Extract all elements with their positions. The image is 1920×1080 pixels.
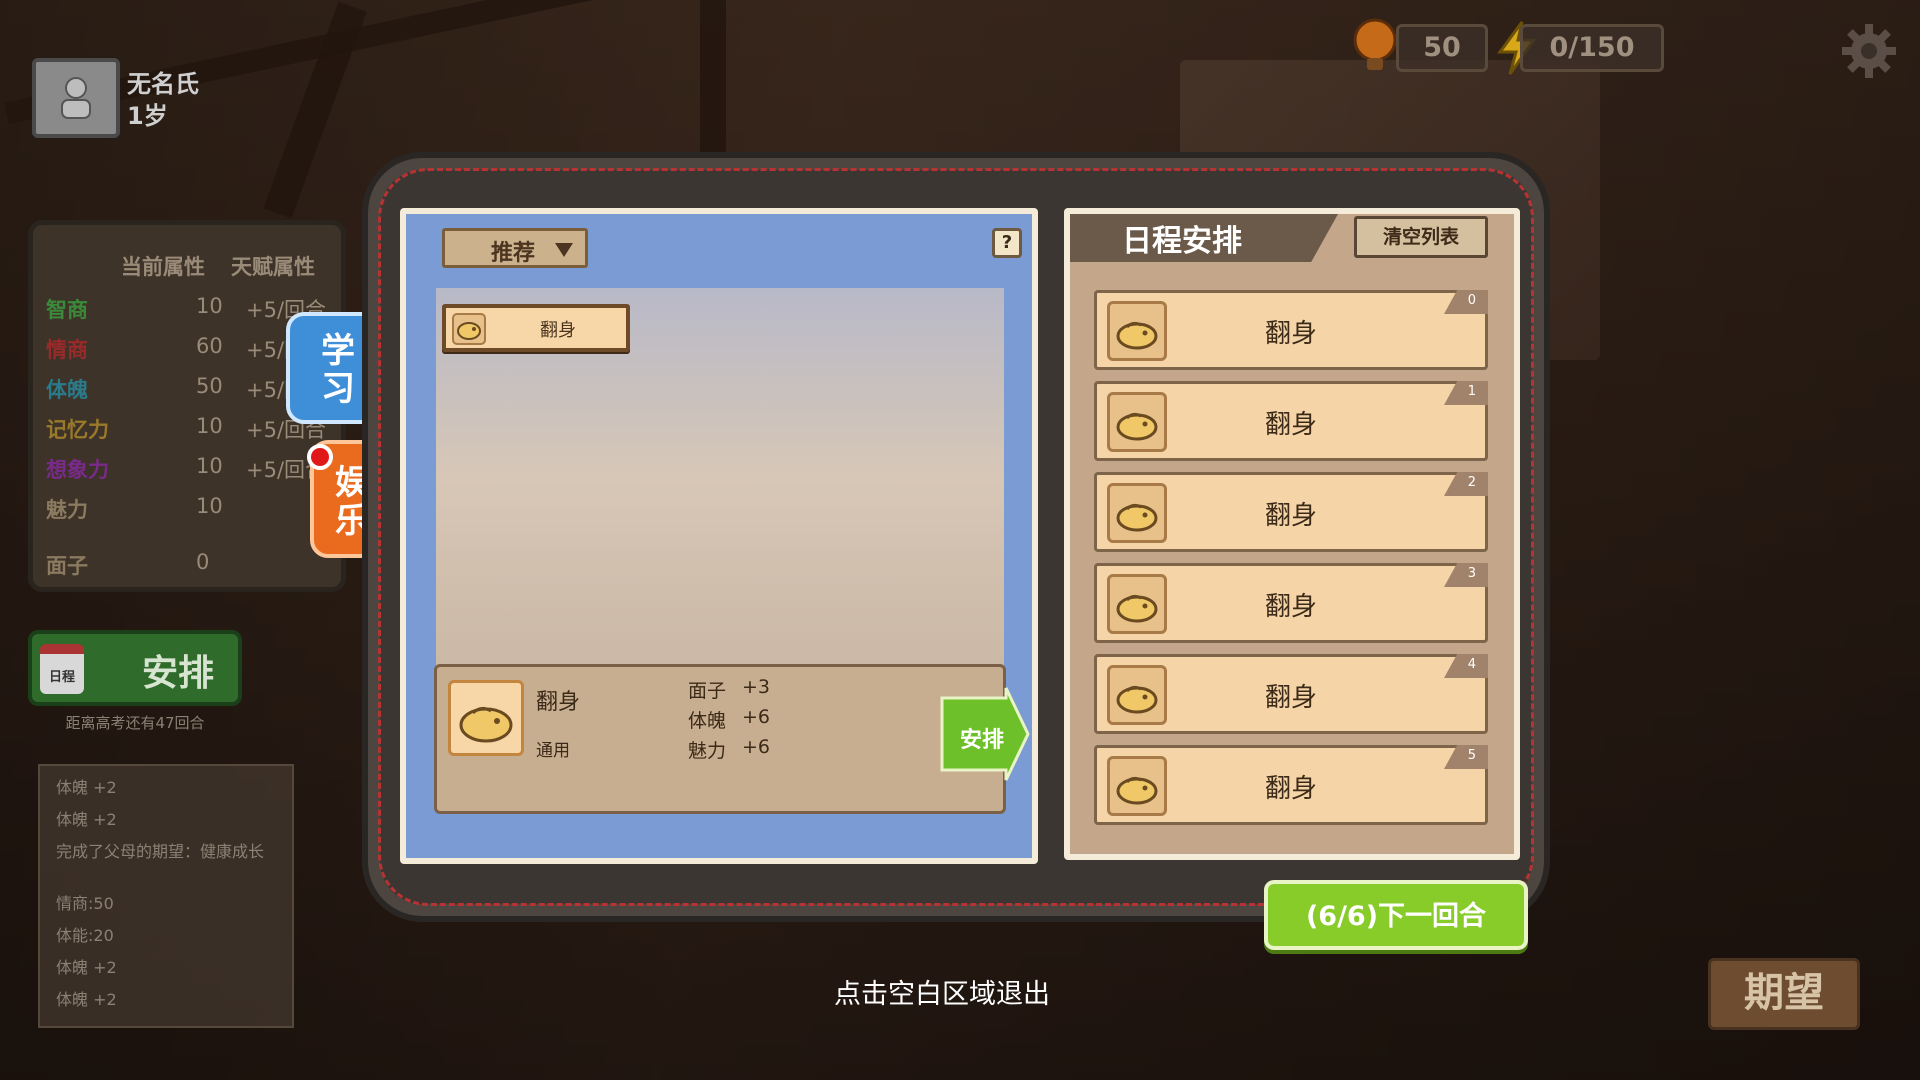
stat-value: 10 [196,494,223,518]
schedule-item-label: 翻身 [1264,319,1317,349]
stat-value: 10 [196,454,223,478]
log-entry: 体魄 +2 [56,810,117,829]
effect-value: +3 [742,676,771,698]
effect-row: 体魄 +6 [688,706,770,733]
effect-stat: 体魄 [688,710,727,732]
player-name: 无名氏 [127,70,199,98]
stat-value: 50 [196,374,223,398]
stat-name: 智商 [46,298,88,322]
stat-row: 面子 0 [46,546,336,582]
stats-header-talent: 天赋属性 [231,255,315,279]
gold-counter: 50 [1396,24,1488,72]
schedule-item[interactable]: 翻身 2 [1094,472,1488,552]
schedule-item[interactable]: 翻身 0 [1094,290,1488,370]
stat-name: 魅力 [46,498,88,522]
schedule-item-label: 翻身 [1264,501,1317,531]
schedule-item[interactable]: 翻身 1 [1094,381,1488,461]
schedule-item-index: 3 [1444,563,1488,587]
arrange-button[interactable]: 日程 安排 [28,630,242,706]
log-entry: 情商:50 [56,894,114,913]
schedule-item-label: 翻身 [1264,774,1317,804]
exam-countdown: 距离高考还有47回合 [65,714,205,732]
person-icon [61,77,91,119]
activity-detail-name: 翻身 [536,690,581,715]
schedule-item[interactable]: 翻身 3 [1094,563,1488,643]
schedule-title: 日程安排 [1122,224,1242,259]
arrange-button-label: 安排 [142,653,215,694]
clear-list-button[interactable]: 清空列表 [1354,216,1488,258]
activity-item-label: 翻身 [540,320,576,341]
chevron-down-icon [555,243,573,257]
schedule-item-index: 1 [1444,381,1488,405]
expectation-button[interactable]: 期望 [1708,958,1860,1030]
effect-row: 面子 +3 [688,676,770,703]
help-button[interactable]: ? [992,228,1022,258]
schedule-item-index: 2 [1444,472,1488,496]
log-entry: 体能:20 [56,926,114,945]
schedule-item[interactable]: 翻身 4 [1094,654,1488,734]
filter-dropdown-label: 推荐 [491,241,536,266]
avatar[interactable] [32,58,120,138]
calendar-icon: 日程 [40,644,84,694]
schedule-item-index: 5 [1444,745,1488,769]
activity-detail-icon [448,680,524,756]
stat-name: 情商 [46,338,88,362]
log-entry: 完成了父母的期望：健康成长 [56,842,265,861]
stat-value: 10 [196,414,223,438]
baby-roll-icon [452,313,486,345]
next-round-label: (6/6)下一回合 [1305,901,1487,932]
effect-value: +6 [742,736,771,758]
player-age: 1岁 [127,102,168,130]
notification-dot [307,444,333,470]
lightbulb-icon [1353,18,1397,70]
filter-dropdown[interactable]: 推荐 [442,228,588,268]
stat-value: 60 [196,334,223,358]
stat-name: 记忆力 [46,418,109,442]
stat-name: 体魄 [46,378,88,402]
arrange-activity-label: 安排 [960,728,1005,753]
log-entry: 体魄 +2 [56,778,117,797]
stat-row: 魅力 10 [46,490,336,526]
effect-value: +6 [742,706,771,728]
schedule-item-index: 0 [1444,290,1488,314]
effect-stat: 面子 [688,680,727,702]
schedule-item-label: 翻身 [1264,410,1317,440]
stat-value: 10 [196,294,223,318]
baby-roll-icon [459,706,513,743]
effect-stat: 魅力 [688,740,727,762]
stat-name: 想象力 [46,458,109,482]
next-round-button[interactable]: (6/6)下一回合 [1264,880,1528,950]
tab-study-label: 学 习 [321,331,355,409]
gear-icon[interactable] [1840,22,1898,80]
schedule-item[interactable]: 翻身 5 [1094,745,1488,825]
exit-hint: 点击空白区域退出 [834,979,1050,1010]
stat-name: 面子 [46,554,88,578]
effect-row: 魅力 +6 [688,736,770,763]
stat-value: 0 [196,550,210,574]
schedule-item-label: 翻身 [1264,592,1317,622]
energy-counter: 0/150 [1520,24,1664,72]
stats-header-current: 当前属性 [121,255,205,279]
schedule-item-index: 4 [1444,654,1488,678]
schedule-item-label: 翻身 [1264,683,1317,713]
stat-row: 想象力 10 +5/回合 [46,450,336,486]
activity-detail-category: 通用 [536,741,570,761]
activity-item[interactable]: 翻身 [442,304,630,352]
